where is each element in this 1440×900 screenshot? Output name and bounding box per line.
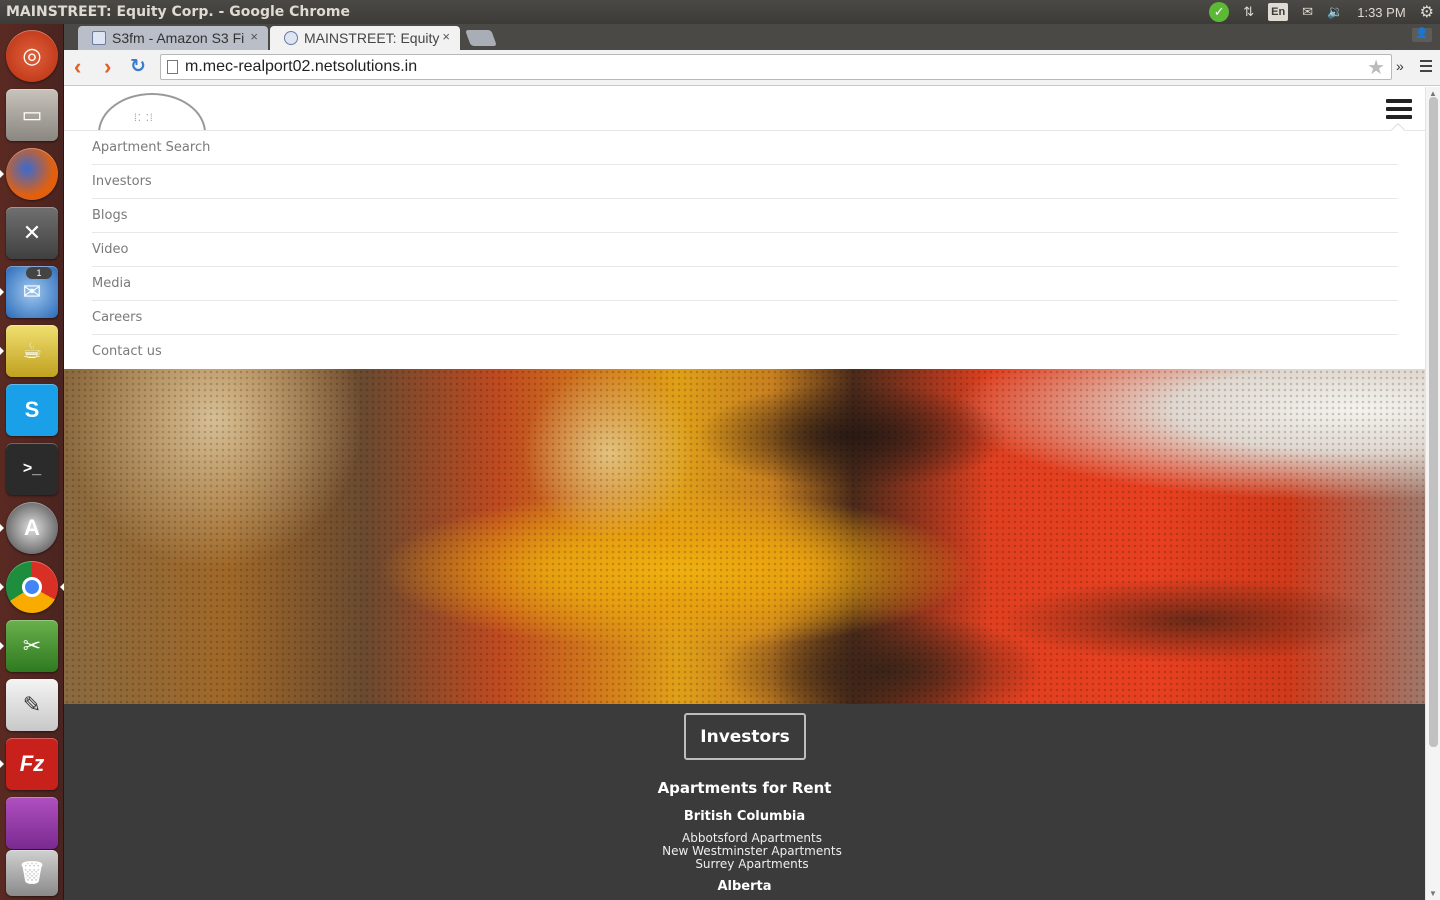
new-tab-button[interactable] — [465, 30, 497, 46]
thunderbird-badge: 1 — [26, 267, 52, 279]
region-british-columbia: British Columbia — [683, 809, 806, 824]
nav-item-careers[interactable]: Careers — [92, 301, 1398, 335]
text-editor-icon[interactable]: ✎ — [6, 679, 58, 731]
site-header: ⁞⁚ ⁚⁞ — [64, 87, 1425, 138]
url-text: m.mec-realport02.netsolutions.in — [185, 58, 418, 75]
clock[interactable]: 1:33 PM — [1357, 5, 1405, 20]
logo-mark-icon: ⁞⁚ ⁚⁞ — [134, 113, 154, 124]
window-title: MAINSTREET: Equity Corp. - Google Chrome — [6, 4, 350, 20]
network-icon[interactable]: ⇅ — [1243, 4, 1254, 20]
chrome-icon[interactable] — [6, 561, 58, 613]
browser-window: S3fm - Amazon S3 Fi × MAINSTREET: Equity… — [64, 24, 1440, 900]
launcher: ◎ ▭ ✕ ✉ 1 ☕ S >_ A ✂ ✎ Fz 🗑 — [0, 24, 64, 900]
hero-image — [64, 369, 1425, 704]
files-icon[interactable]: ▭ — [6, 89, 58, 141]
link-surrey-apartments[interactable]: Surrey Apartments — [64, 858, 1425, 871]
sync-check-icon[interactable]: ✓ — [1209, 2, 1230, 22]
nav-item-blogs[interactable]: Blogs — [92, 199, 1398, 233]
mainstreet-favicon-icon — [284, 31, 298, 45]
nav-item-contact-us[interactable]: Contact us — [92, 335, 1398, 369]
scroll-down-icon[interactable]: ▼ — [1429, 889, 1437, 898]
tab-s3fm[interactable]: S3fm - Amazon S3 Fi × — [78, 26, 268, 50]
tab-mainstreet[interactable]: MAINSTREET: Equity × — [270, 26, 460, 50]
nav-item-media[interactable]: Media — [92, 267, 1398, 301]
volume-icon[interactable]: 🔉 — [1327, 4, 1343, 20]
page-icon — [167, 60, 178, 74]
gear-icon[interactable]: ⚙ — [1420, 2, 1434, 22]
extensions-overflow-icon[interactable]: » — [1396, 58, 1404, 74]
firefox-icon[interactable] — [6, 148, 58, 200]
back-button[interactable]: ‹ — [74, 56, 81, 78]
keyboard-layout-indicator[interactable]: En — [1268, 3, 1289, 21]
tab-strip: S3fm - Amazon S3 Fi × MAINSTREET: Equity… — [64, 24, 1440, 50]
nav-item-investors[interactable]: Investors — [92, 165, 1398, 199]
system-tray: ✓ ⇅ En ✉ 🔉 1:33 PM ⚙ — [1195, 0, 1440, 24]
system-settings-icon[interactable]: ✕ — [6, 207, 58, 259]
mail-icon[interactable]: ✉ — [1302, 4, 1313, 20]
close-tab-icon[interactable]: × — [442, 29, 450, 44]
skype-icon[interactable]: S — [6, 384, 58, 436]
reload-button[interactable]: ↻ — [130, 56, 146, 78]
nav-item-video[interactable]: Video — [92, 233, 1398, 267]
hamburger-menu-button[interactable] — [1386, 99, 1412, 123]
genie-icon[interactable]: ☕ — [6, 325, 58, 377]
close-tab-icon[interactable]: × — [250, 29, 258, 44]
scrollbar-thumb[interactable] — [1429, 97, 1438, 747]
site-footer: Investors Apartments for Rent British Co… — [64, 704, 1425, 900]
chrome-menu-button[interactable] — [1420, 60, 1432, 75]
nav-item-apartment-search[interactable]: Apartment Search — [92, 131, 1398, 165]
address-bar[interactable]: m.mec-realport02.netsolutions.in ★ — [160, 54, 1392, 80]
page-scrollbar[interactable]: ▲ ▼ — [1425, 87, 1440, 900]
workspace-switcher-icon[interactable] — [6, 797, 58, 849]
investors-button[interactable]: Investors — [684, 713, 806, 760]
s3fm-favicon-icon — [92, 31, 106, 45]
terminal-icon[interactable]: >_ — [6, 443, 58, 495]
software-updater-icon[interactable]: A — [6, 502, 58, 554]
top-panel: MAINSTREET: Equity Corp. - Google Chrome… — [0, 0, 1440, 24]
profile-icon[interactable]: 👤 — [1412, 28, 1432, 42]
forward-button[interactable]: › — [104, 56, 111, 78]
region-alberta: Alberta — [717, 879, 772, 894]
browser-toolbar: ‹ › ↻ m.mec-realport02.netsolutions.in ★… — [64, 50, 1440, 86]
ubuntu-dash-icon[interactable]: ◎ — [6, 30, 58, 82]
nav-menu: Apartment Search Investors Blogs Video M… — [64, 131, 1425, 369]
trash-icon[interactable]: 🗑 — [6, 850, 58, 896]
filezilla-icon[interactable]: Fz — [6, 738, 58, 790]
tab-label: MAINSTREET: Equity — [304, 30, 440, 46]
tab-label: S3fm - Amazon S3 Fi — [112, 30, 245, 46]
bookmark-star-icon[interactable]: ★ — [1367, 55, 1385, 80]
apartments-for-rent-heading: Apartments for Rent — [657, 779, 832, 797]
tools-icon[interactable]: ✂ — [6, 620, 58, 672]
page-viewport: ⁞⁚ ⁚⁞ Apartment Search Investors Blogs V… — [64, 87, 1425, 900]
